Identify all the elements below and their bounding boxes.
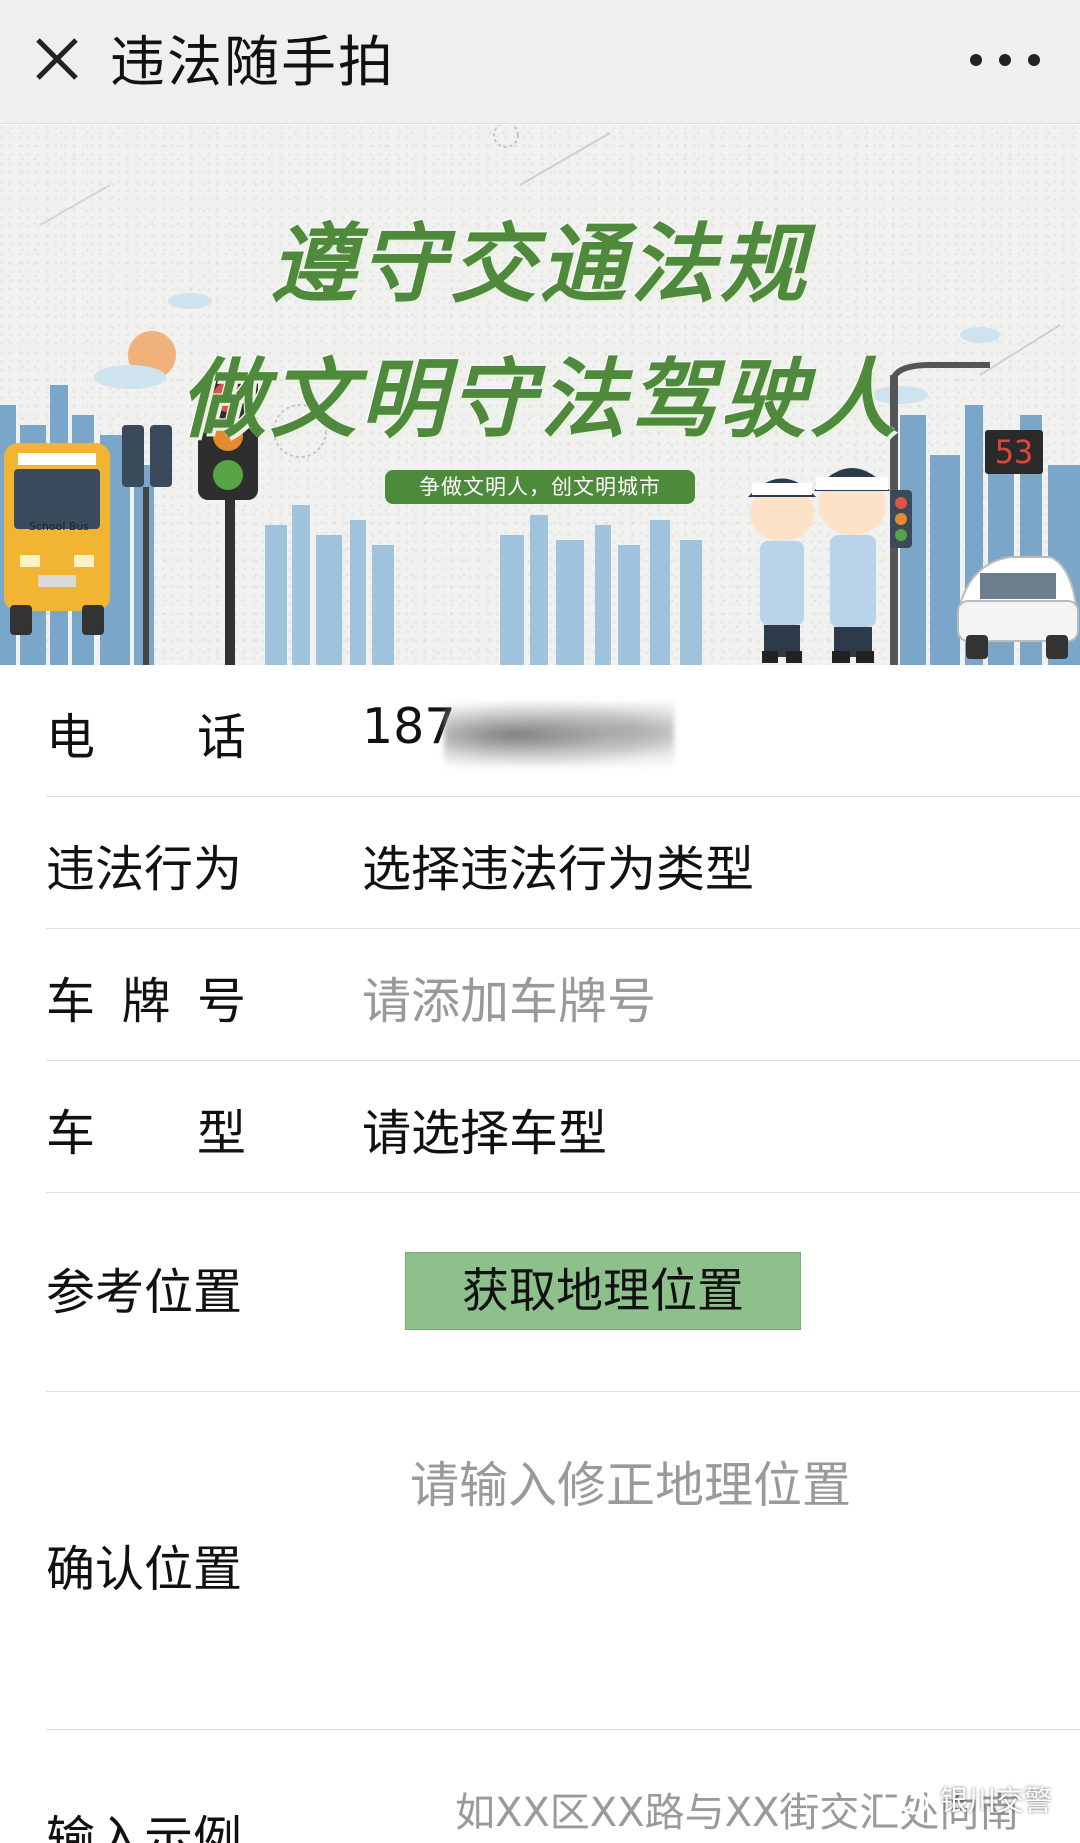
watermark: 银川交警 bbox=[880, 1774, 1052, 1824]
phone-label: 电话 bbox=[46, 709, 246, 766]
phone-redaction bbox=[444, 702, 674, 768]
page-title: 违法随手拍 bbox=[110, 30, 396, 94]
top-bar: 违法随手拍 bbox=[0, 0, 1080, 124]
banner-slogan: 争做文明人，创文明城市 bbox=[385, 470, 695, 504]
close-icon[interactable] bbox=[30, 30, 86, 90]
violation-row[interactable]: 违法行为 选择违法行为类型 bbox=[46, 797, 1080, 929]
confirm-location-label: 确认位置 bbox=[46, 1541, 243, 1598]
phone-value[interactable]: 187 bbox=[362, 698, 674, 768]
example-label: 输入示例 bbox=[46, 1811, 243, 1843]
phone-row[interactable]: 电话 187 bbox=[46, 665, 1080, 797]
violation-select[interactable]: 选择违法行为类型 bbox=[362, 830, 754, 901]
more-icon[interactable] bbox=[970, 50, 1040, 70]
watermark-text: 银川交警 bbox=[940, 1784, 1053, 1817]
reference-location-label: 参考位置 bbox=[46, 1264, 243, 1321]
violation-label: 违法行为 bbox=[46, 841, 243, 898]
wechat-icon bbox=[882, 1783, 929, 1815]
plate-row[interactable]: 车牌号 请添加车牌号 bbox=[46, 929, 1080, 1061]
confirm-location-input[interactable]: 请输入修正地理位置 bbox=[380, 1436, 1040, 1696]
school-bus-label: School Bus bbox=[28, 520, 90, 533]
banner-title-line1: 遵守交通法规 bbox=[270, 214, 810, 315]
banner: 遵守交通法规 做文明守法驾驶人 争做文明人，创文明城市 53 School Bu… bbox=[0, 125, 1080, 665]
car-type-select[interactable]: 请选择车型 bbox=[362, 1094, 607, 1165]
car-type-label: 车型 bbox=[46, 1105, 246, 1162]
plate-label: 车牌号 bbox=[46, 973, 246, 1030]
speed-sign: 53 bbox=[985, 430, 1043, 474]
get-location-button[interactable]: 获取地理位置 bbox=[405, 1252, 801, 1330]
car-type-row[interactable]: 车型 请选择车型 bbox=[46, 1061, 1080, 1193]
banner-title-line2: 做文明守法驾驶人 bbox=[180, 349, 900, 450]
plate-input[interactable]: 请添加车牌号 bbox=[362, 962, 656, 1033]
